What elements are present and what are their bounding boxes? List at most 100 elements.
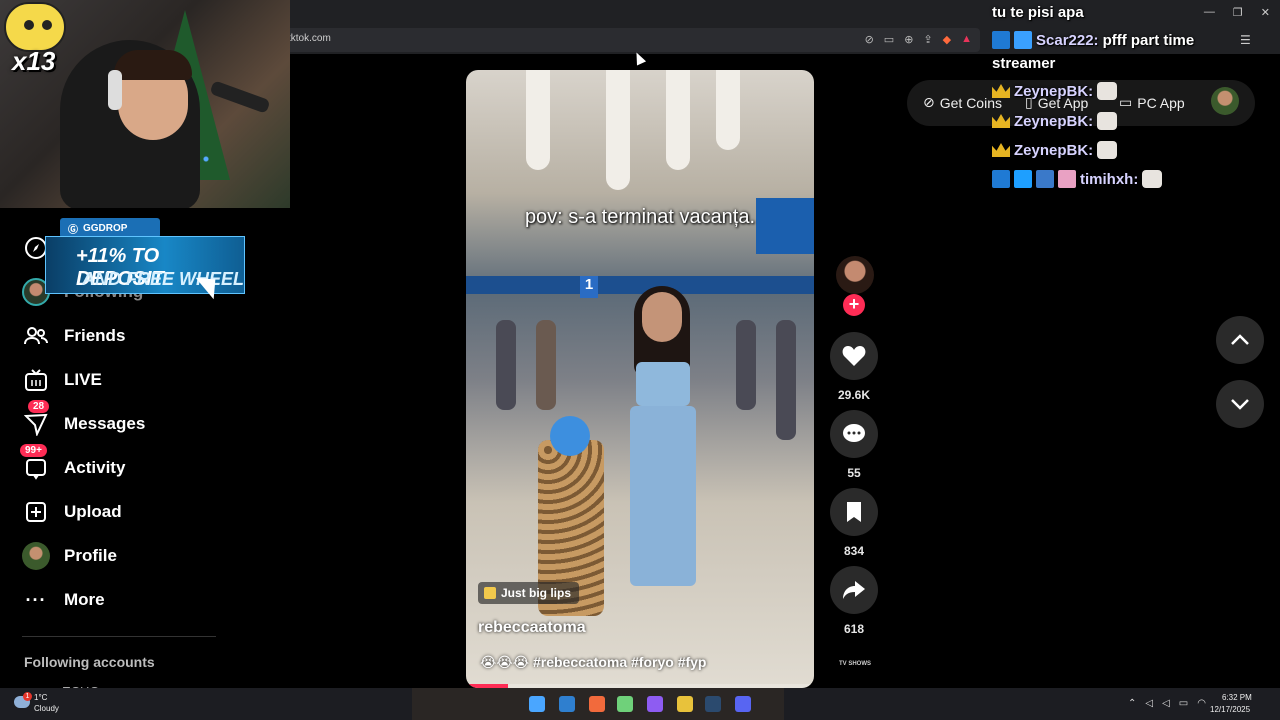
cat-emote-icon: [1097, 82, 1118, 100]
weather-description[interactable]: Cloudy: [34, 704, 59, 713]
get-coins-button[interactable]: ⊘ Get Coins: [923, 94, 1002, 111]
pc-app-button[interactable]: ▭ PC App: [1119, 94, 1185, 111]
brave-rewards-icon[interactable]: ▲: [961, 33, 972, 46]
streamer-webcam: x13: [0, 0, 290, 208]
chat-title: tu te pisi apa: [992, 4, 1084, 21]
save-action: 834: [830, 488, 878, 558]
sidebar-item-label: Activity: [64, 458, 126, 477]
comment-count: 55: [847, 466, 861, 480]
chat-text: pfff part time: [1102, 31, 1195, 49]
crowd-person: [496, 320, 516, 410]
sidebar-item-label: Profile: [64, 546, 117, 565]
share-icon[interactable]: ⇪: [923, 33, 932, 46]
restore-icon[interactable]: ❐: [1233, 6, 1243, 19]
zoom-icon[interactable]: ⊕: [904, 33, 913, 46]
woman-top: [636, 362, 690, 406]
chat-badge-icon: [992, 170, 1010, 188]
like-action: 29.6K: [830, 332, 878, 402]
tv-shows-label[interactable]: TV SHOWS: [839, 661, 871, 667]
chevron-up-icon[interactable]: ⌃: [1128, 698, 1136, 709]
streamer-hair: [114, 50, 192, 80]
system-tray: ⌃ ◁ ◁ ▭ ◠: [1128, 698, 1206, 709]
discord-icon[interactable]: [735, 696, 751, 712]
headset-icon: [108, 70, 122, 110]
share-button[interactable]: [830, 566, 878, 614]
sidebar-item-friends[interactable]: Friends: [22, 320, 125, 352]
mascot-emote-icon: [4, 2, 66, 52]
minimize-icon[interactable]: —: [1204, 6, 1215, 19]
sidebar-item-label: LIVE: [64, 370, 102, 389]
brave-browser-icon[interactable]: [589, 696, 605, 712]
chat-username: timihxh:: [1080, 170, 1139, 188]
url-text[interactable]: tktok.com: [288, 33, 331, 44]
file-explorer-icon[interactable]: [677, 696, 693, 712]
video-caption: pov: s-a terminat vacanța.: [524, 206, 756, 228]
save-button[interactable]: [830, 488, 878, 536]
chevron-down-icon: [1231, 399, 1249, 410]
close-icon[interactable]: ✕: [1261, 6, 1270, 19]
search-app-icon[interactable]: [559, 696, 575, 712]
menu-icon[interactable]: ☰: [1240, 33, 1251, 47]
brave-shield-icon[interactable]: ◆: [943, 33, 951, 46]
comment-action: 55: [830, 410, 878, 480]
sidebar-item-live[interactable]: LIVE: [22, 364, 102, 396]
desktop-icon: ▭: [1119, 94, 1133, 110]
speaker-icon[interactable]: ◁: [1145, 698, 1153, 709]
friends-icon: [22, 322, 50, 350]
sidebar-item-more[interactable]: ··· More: [22, 584, 105, 616]
cast-icon[interactable]: ▭: [884, 33, 894, 46]
like-button[interactable]: [830, 332, 878, 380]
crown-icon: [992, 143, 1010, 157]
steam-icon[interactable]: [705, 696, 721, 712]
crowd-person: [776, 320, 796, 440]
sidebar-item-activity[interactable]: 99+ Activity: [20, 444, 126, 484]
browser-extra-icons: ☰: [1240, 33, 1251, 47]
sidebar-item-upload[interactable]: Upload: [22, 496, 122, 528]
sidebar-item-label: More: [64, 590, 105, 609]
sound-label: Just big lips: [501, 586, 572, 600]
chat-text: streamer: [992, 55, 1056, 72]
chat-message: ZeynepBK:: [992, 82, 1118, 100]
video-description[interactable]: 😭😭😭 #rebeccatoma #foryo #fyp: [480, 654, 706, 671]
wifi-icon[interactable]: ◠: [1197, 698, 1206, 709]
chat-badge-icon: [1036, 170, 1054, 188]
sidebar-item-label: Messages: [64, 414, 146, 433]
chat-message: ZeynepBK:: [992, 112, 1118, 130]
gift-badge-icon: [1058, 170, 1076, 188]
sound-chip[interactable]: Just big lips: [478, 582, 580, 604]
network-icon[interactable]: ▭: [1179, 698, 1188, 709]
sidebar-item-messages[interactable]: 28 Messages: [22, 400, 146, 440]
chat-username: ZeynepBK:: [1014, 141, 1094, 159]
video-author[interactable]: rebeccaatoma: [478, 619, 586, 637]
upload-icon: [22, 498, 50, 526]
creator-avatar[interactable]: [836, 256, 874, 294]
sidebar-item-profile[interactable]: Profile: [22, 540, 117, 572]
user-avatar[interactable]: [1211, 87, 1239, 115]
heart-icon: [842, 346, 866, 366]
ceiling-pipe: [526, 70, 550, 170]
comment-icon: [843, 424, 865, 442]
weather-temperature[interactable]: 1°C: [34, 693, 47, 702]
crowd-person: [536, 320, 556, 410]
volume-icon[interactable]: ◁: [1162, 698, 1170, 709]
next-video-button[interactable]: [1216, 380, 1264, 428]
previous-video-button[interactable]: [1216, 316, 1264, 364]
app-icon[interactable]: [647, 696, 663, 712]
gate-number: 1: [580, 276, 598, 298]
like-count: 29.6K: [837, 388, 871, 402]
live-tv-icon: [22, 366, 50, 394]
follow-plus-button[interactable]: +: [843, 294, 865, 316]
save-count: 834: [843, 544, 865, 558]
clock-time[interactable]: 6:32 PM: [1222, 693, 1252, 702]
mute-icon[interactable]: ⊘: [865, 33, 874, 46]
video-player[interactable]: 1 pov: s-a terminat vacanța. Just big li…: [466, 70, 814, 688]
crown-icon: [992, 84, 1010, 98]
weather-badge: 1: [23, 692, 32, 701]
windows-start-icon[interactable]: [529, 696, 545, 712]
mascot-eye: [24, 20, 34, 30]
sidebar-divider: [22, 636, 216, 637]
app-icon[interactable]: [617, 696, 633, 712]
address-bar[interactable]: tktok.com ⊘ ▭ ⊕ ⇪ ◆ ▲: [280, 28, 980, 52]
comment-button[interactable]: [830, 410, 878, 458]
clock-date[interactable]: 12/17/2025: [1210, 705, 1250, 714]
